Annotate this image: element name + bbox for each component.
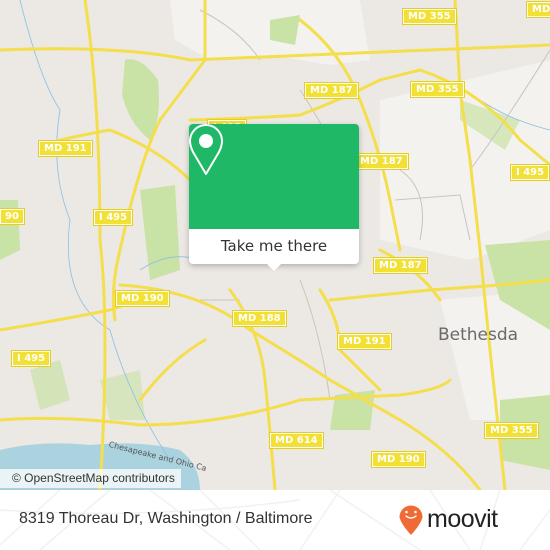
- road-shield: MD 355: [484, 422, 539, 439]
- take-me-there-button[interactable]: Take me there: [189, 229, 359, 264]
- road-shield: MD 187: [304, 82, 359, 99]
- road-shield: MD 355: [410, 81, 465, 98]
- moovit-smiley-pin-icon: [399, 505, 423, 535]
- road-shield: MD 355: [402, 8, 457, 25]
- road-shield: I 495: [92, 209, 134, 226]
- road-shield: MD 190: [115, 290, 170, 307]
- map[interactable]: MD 355 MD 187 MD 355 MD MD 191 I 495 MD …: [0, 0, 550, 490]
- popup-pointer: [266, 263, 282, 271]
- footer-bar: 8319 Thoreau Dr, Washington / Baltimore …: [0, 490, 550, 550]
- address-label: 8319 Thoreau Dr, Washington / Baltimore: [19, 510, 313, 527]
- road-shield: MD 187: [354, 153, 409, 170]
- moovit-logo[interactable]: moovit: [398, 502, 498, 536]
- map-attribution[interactable]: © OpenStreetMap contributors: [0, 469, 181, 488]
- popup-header: [189, 124, 359, 229]
- road-shield: MD 191: [38, 140, 93, 157]
- road-shield: MD 188: [232, 310, 287, 327]
- location-popup: Take me there: [189, 124, 359, 271]
- road-shield: MD 191: [337, 333, 392, 350]
- road-shield: MD 190: [371, 451, 426, 468]
- road-shield: I 495: [509, 164, 550, 181]
- road-shield: MD 187: [373, 257, 428, 274]
- map-pin-icon: [189, 124, 223, 175]
- road-shield: 90: [0, 208, 25, 225]
- road-shield: I 495: [10, 350, 52, 367]
- road-shield: MD: [525, 1, 550, 18]
- place-label-bethesda: Bethesda: [438, 325, 519, 345]
- road-shield: MD 614: [269, 432, 324, 449]
- moovit-wordmark: moovit: [427, 504, 498, 533]
